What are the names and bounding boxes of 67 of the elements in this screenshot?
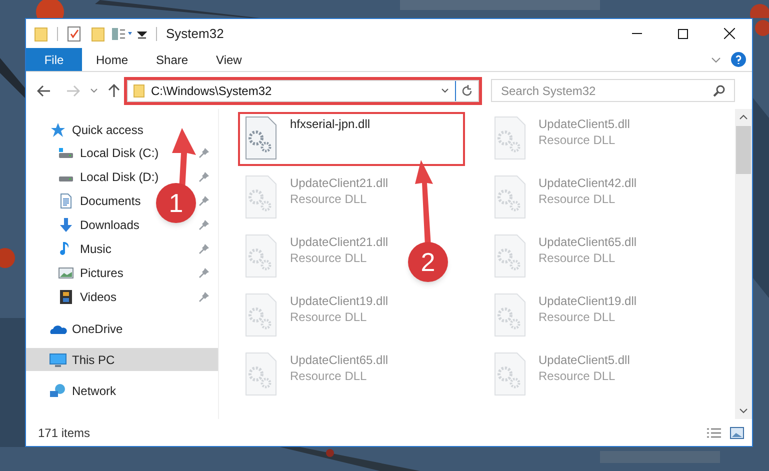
- large-icons-view-icon[interactable]: [730, 426, 744, 438]
- pin-icon: [199, 244, 209, 254]
- gears-file-icon: [492, 352, 526, 396]
- address-text: C:\Windows\System32: [151, 82, 272, 100]
- back-icon[interactable]: [37, 84, 51, 96]
- item-count: 171 items: [38, 424, 90, 442]
- gears-file-icon: [492, 234, 526, 278]
- sidebar-item[interactable]: Videos: [58, 288, 116, 306]
- pin-icon: [199, 172, 209, 182]
- window-title: System32: [166, 24, 224, 43]
- document-icon: [58, 193, 74, 209]
- gears-file-icon: [492, 175, 526, 219]
- refresh-icon[interactable]: [461, 84, 473, 96]
- sidebar-item[interactable]: Network: [26, 379, 218, 402]
- gears-file-icon: [244, 293, 278, 337]
- chevron-down-icon[interactable]: [711, 56, 721, 62]
- properties-icon[interactable]: [111, 26, 133, 40]
- maximize-icon: [678, 28, 688, 38]
- close-icon: [724, 28, 734, 39]
- file-item[interactable]: hfxserial-jpn.dll: [244, 116, 370, 160]
- gears-file-icon: [492, 116, 526, 160]
- search-icon: [713, 84, 725, 96]
- ribbon-tab[interactable]: View: [202, 48, 256, 71]
- scroll-down-icon[interactable]: [739, 408, 748, 414]
- pin-icon: [199, 196, 209, 206]
- checklist-icon[interactable]: [67, 26, 81, 42]
- sidebar-item[interactable]: Local Disk (C:): [58, 144, 159, 162]
- scroll-up-icon[interactable]: [739, 114, 748, 120]
- chevron-down-icon[interactable]: [441, 88, 449, 94]
- sidebar-item[interactable]: OneDrive: [26, 317, 218, 340]
- ribbon-tab[interactable]: Home: [82, 48, 142, 71]
- scrollbar-thumb[interactable]: [736, 126, 751, 174]
- film-icon: [58, 289, 74, 305]
- download-arrow-icon: [58, 217, 74, 233]
- scrollbar[interactable]: [735, 109, 752, 419]
- gears-file-icon: [244, 352, 278, 396]
- details-view-icon[interactable]: [706, 426, 722, 438]
- gears-file-icon: [244, 116, 278, 160]
- sidebar-item[interactable]: Pictures: [58, 264, 124, 282]
- sidebar-item[interactable]: Music: [58, 240, 112, 258]
- minimize-icon: [632, 33, 642, 34]
- drive-icon: [58, 176, 74, 182]
- sidebar-item[interactable]: Downloads: [58, 216, 140, 234]
- folder-icon: [133, 84, 145, 98]
- sidebar-item[interactable]: Documents: [58, 192, 141, 210]
- sidebar-item[interactable]: This PC: [26, 348, 218, 371]
- dropdown-icon[interactable]: [137, 28, 147, 38]
- monitor-icon: [49, 352, 67, 368]
- help-icon[interactable]: [731, 52, 746, 67]
- sidebar-item[interactable]: Quick access: [26, 118, 218, 141]
- address-field[interactable]: C:\Windows\System32: [127, 80, 479, 102]
- pin-icon: [199, 268, 209, 278]
- ribbon-tab[interactable]: Share: [142, 48, 202, 71]
- ribbon-tab[interactable]: File: [26, 48, 82, 71]
- picture-icon: [58, 265, 74, 281]
- sidebar-item[interactable]: Local Disk (D:): [58, 168, 159, 186]
- pin-icon: [199, 292, 209, 302]
- drive-icon: [58, 147, 74, 159]
- star-icon: [49, 122, 67, 138]
- chevron-down-icon[interactable]: [90, 88, 98, 94]
- gears-file-icon: [492, 293, 526, 337]
- pin-icon: [199, 220, 209, 230]
- pin-icon: [199, 148, 209, 158]
- up-arrow-icon[interactable]: [108, 84, 120, 98]
- gears-file-icon: [244, 175, 278, 219]
- gears-file-icon: [244, 234, 278, 278]
- network-icon: [49, 382, 67, 398]
